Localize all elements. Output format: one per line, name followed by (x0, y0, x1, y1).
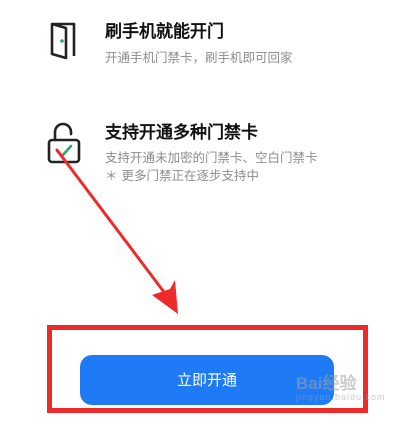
feature-title: 支持开通多种门禁卡 (105, 123, 258, 143)
feature-multi-card: 支持开通多种门禁卡 支持开通未加密的门禁卡、空白门禁卡 ＊ 更多门禁正在逐步支持… (0, 110, 411, 200)
feature-desc: 支持开通未加密的门禁卡、空白门禁卡 (105, 150, 318, 165)
feature-desc: 开通手机门禁卡，刷手机即可回家 (105, 50, 293, 65)
page: 刷手机就能开门 开通手机门禁卡，刷手机即可回家 支持开通多种门禁卡 支持开通未加… (0, 0, 411, 425)
unlock-check-icon (45, 122, 83, 170)
activate-now-button[interactable]: 立即开通 (80, 355, 334, 405)
feature-nfc-door: 刷手机就能开门 开通手机门禁卡，刷手机即可回家 (0, 0, 411, 80)
door-icon (46, 20, 80, 64)
feature-title: 刷手机就能开门 (105, 22, 224, 42)
feature-note: ＊ 更多门禁正在逐步支持中 (105, 168, 259, 183)
